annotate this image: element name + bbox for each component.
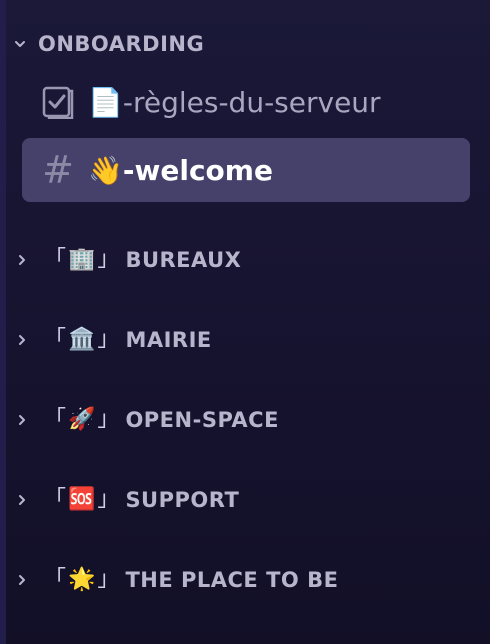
category-support[interactable]: 「 🆘 」 SUPPORT (14, 480, 239, 520)
close-bracket: 」 (97, 567, 120, 592)
open-bracket: 「 (44, 567, 67, 592)
category-label: SUPPORT (125, 488, 240, 512)
close-bracket: 」 (97, 247, 120, 272)
chevron-right-icon (14, 572, 30, 588)
channel-sidebar: ONBOARDING 📄-règles-du-serveur # 👋-welco… (0, 0, 490, 644)
close-bracket: 」 (97, 327, 120, 352)
open-bracket: 「 (44, 327, 67, 352)
category-label: BUREAUX (125, 248, 242, 272)
chevron-right-icon (14, 492, 30, 508)
category-bureaux[interactable]: 「 🏢 」 BUREAUX (14, 240, 241, 280)
chevron-right-icon (14, 412, 30, 428)
chevron-right-icon (14, 332, 30, 348)
channel-label: 👋-welcome (88, 153, 273, 187)
channel-welcome[interactable]: # 👋-welcome (22, 138, 470, 202)
hash-symbol: # (42, 148, 74, 192)
close-bracket: 」 (97, 487, 120, 512)
category-label: MAIRIE (125, 328, 212, 352)
category-open-space[interactable]: 「 🚀 」 OPEN-SPACE (14, 400, 279, 440)
close-bracket: 」 (97, 407, 120, 432)
office-building-icon: 🏢 (68, 247, 96, 272)
open-bracket: 「 (44, 487, 67, 512)
category-the-place-to-be[interactable]: 「 🌟 」 THE PLACE TO BE (14, 560, 338, 600)
classical-building-icon: 🏛️ (68, 327, 96, 352)
open-bracket: 「 (44, 247, 67, 272)
category-onboarding[interactable]: ONBOARDING (12, 28, 204, 60)
category-mairie[interactable]: 「 🏛️ 」 MAIRIE (14, 320, 212, 360)
chevron-down-icon (12, 36, 28, 52)
chevron-right-icon (14, 252, 30, 268)
rocket-icon: 🚀 (68, 407, 96, 432)
rules-checkbox-icon (38, 82, 78, 122)
channel-regles-du-serveur[interactable]: 📄-règles-du-serveur (22, 70, 470, 134)
category-label: THE PLACE TO BE (125, 568, 339, 592)
sos-icon: 🆘 (68, 487, 96, 512)
hash-icon: # (38, 150, 78, 190)
open-bracket: 「 (44, 407, 67, 432)
glowing-star-icon: 🌟 (68, 567, 96, 592)
channel-label: 📄-règles-du-serveur (88, 85, 381, 119)
category-label: ONBOARDING (38, 32, 205, 56)
category-label: OPEN-SPACE (125, 408, 279, 432)
sidebar-left-border (0, 0, 6, 644)
